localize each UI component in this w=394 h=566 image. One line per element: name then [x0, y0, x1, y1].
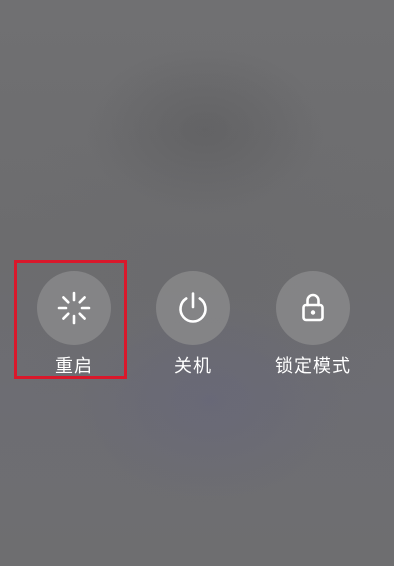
lockdown-mode-option[interactable]: 锁定模式 [258, 271, 368, 391]
restart-spinner-icon [57, 291, 91, 325]
restart-option[interactable]: 重启 [19, 271, 129, 391]
restart-button[interactable] [37, 271, 111, 345]
restart-label: 重启 [55, 356, 93, 377]
lock-icon [302, 293, 324, 322]
lockdown-mode-button[interactable] [276, 271, 350, 345]
power-icon [179, 292, 207, 323]
power-off-button[interactable] [156, 271, 230, 345]
lockdown-mode-label: 锁定模式 [275, 356, 351, 377]
power-off-option[interactable]: 关机 [138, 271, 248, 391]
power-off-label: 关机 [174, 356, 212, 377]
